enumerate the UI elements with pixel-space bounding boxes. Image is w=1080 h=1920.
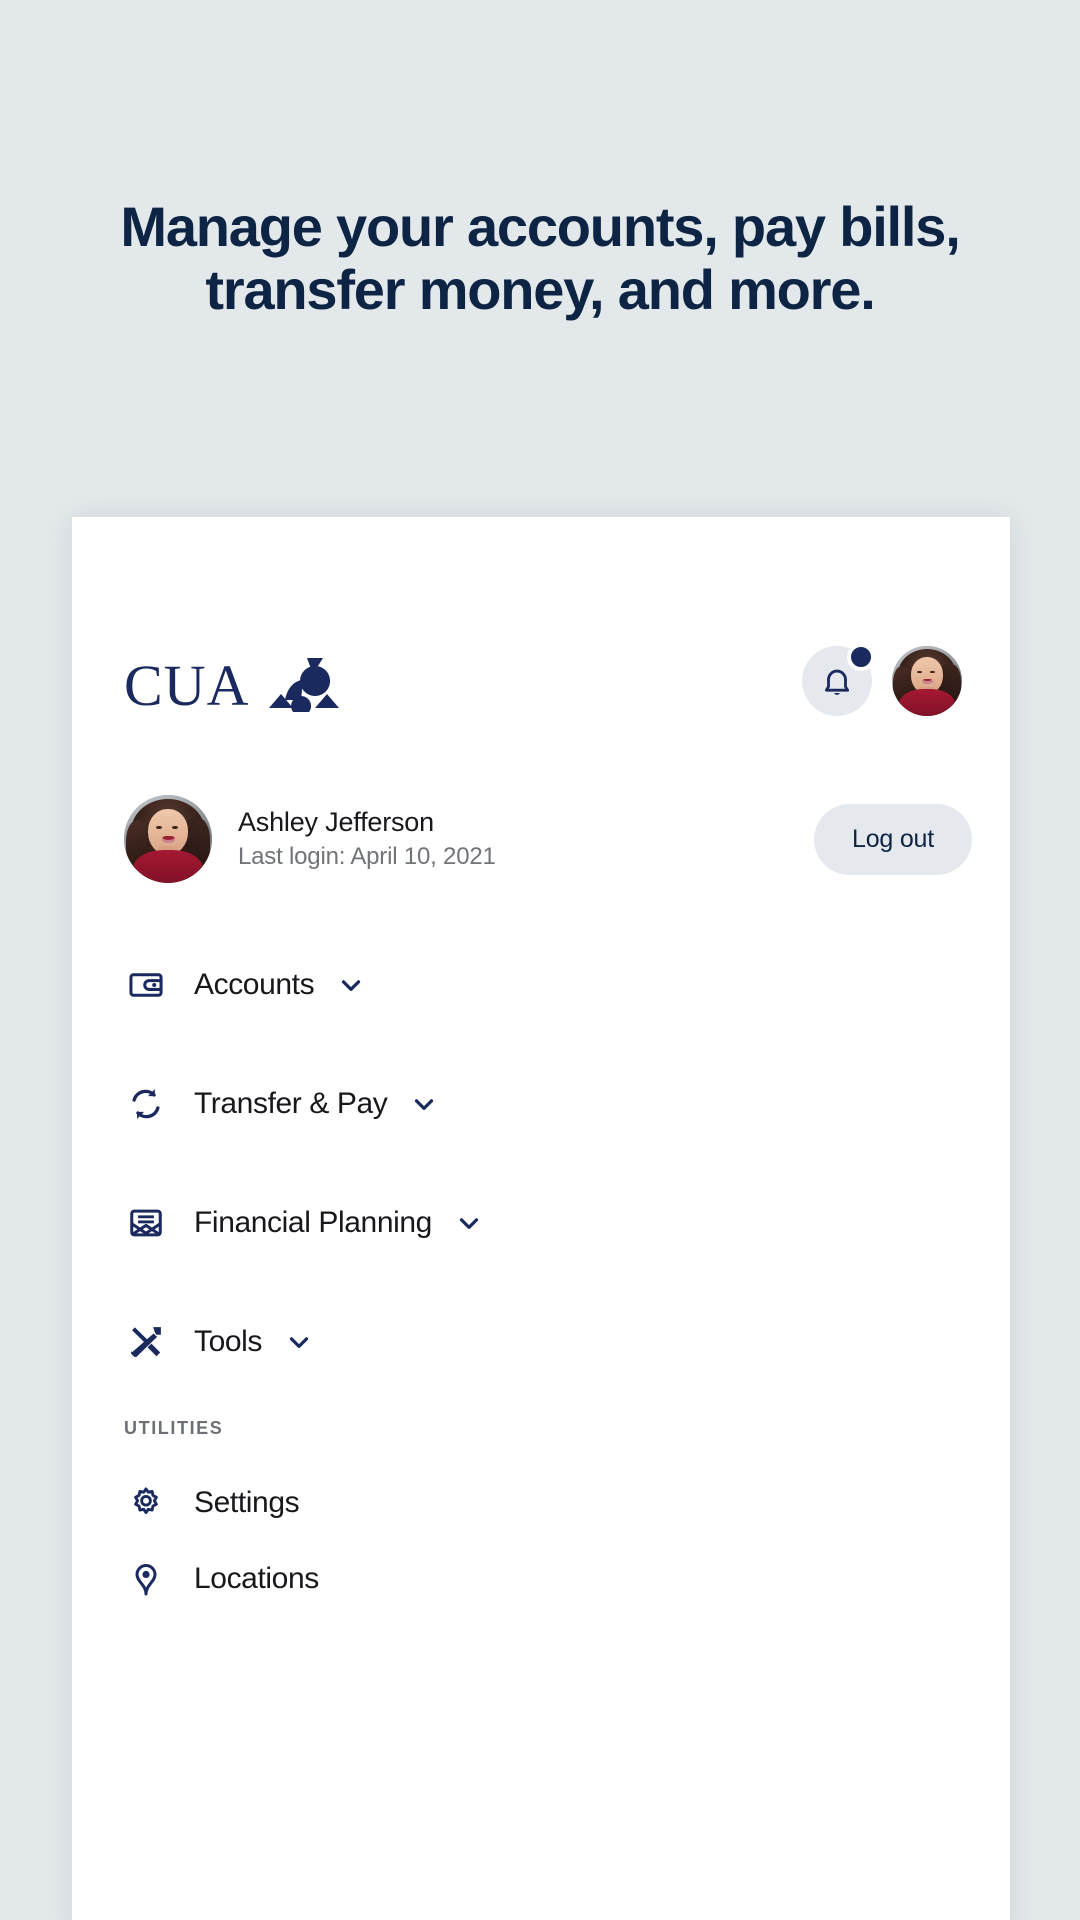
chevron-down-icon[interactable] [336, 970, 366, 1000]
logout-button[interactable]: Log out [813, 803, 972, 875]
map-pin-icon [124, 1557, 168, 1601]
header-avatar[interactable] [892, 646, 962, 716]
user-avatar[interactable] [124, 795, 212, 883]
user-profile-row: Ashley Jefferson Last login: April 10, 2… [72, 789, 1010, 889]
nav-label-accounts: Accounts [194, 968, 315, 1001]
user-details: Ashley Jefferson Last login: April 10, 2… [238, 807, 496, 871]
headline-line-1: Manage your accounts, pay bills, [120, 195, 960, 258]
headline-line-2: transfer money, and more. [205, 257, 875, 321]
gear-icon [124, 1481, 168, 1525]
chevron-down-icon[interactable] [284, 1327, 314, 1357]
nav-item-transfer-and-pay[interactable]: Transfer & Pay [72, 1066, 1010, 1142]
cua-logo-mark [269, 658, 340, 712]
transfer-icon [124, 1082, 168, 1126]
logo-wordmark: CUA [124, 652, 250, 718]
nav-label-locations: Locations [194, 1562, 319, 1595]
nav-item-accounts[interactable]: Accounts [72, 947, 1010, 1023]
utilities-section-label: UTILITIES [124, 1418, 224, 1438]
app-card: CUA Ashley Jefferson Last login: April 1… [72, 517, 1010, 1920]
nav-label-financial-planning: Financial Planning [194, 1206, 432, 1239]
envelope-icon [124, 1201, 168, 1245]
page-title: Manage your accounts, pay bills, transfe… [0, 195, 1080, 321]
nav-item-tools[interactable]: Tools [72, 1304, 1010, 1380]
nav-item-settings[interactable]: Settings [72, 1465, 1010, 1541]
app-header: CUA [72, 643, 1010, 718]
chevron-down-icon[interactable] [454, 1208, 484, 1238]
main-navigation: Accounts Transfer & Pay Financial Planni… [72, 947, 1010, 1617]
nav-item-financial-planning[interactable]: Financial Planning [72, 1185, 1010, 1261]
bell-icon [824, 669, 850, 695]
notifications-button[interactable] [802, 643, 875, 716]
user-last-login: Last login: April 10, 2021 [238, 843, 496, 870]
wallet-icon [124, 963, 168, 1007]
cua-logo[interactable]: CUA [124, 650, 340, 718]
chevron-down-icon[interactable] [409, 1089, 439, 1119]
nav-label-tools: Tools [194, 1325, 263, 1358]
page-root: Manage your accounts, pay bills, transfe… [0, 0, 1080, 1920]
header-actions [802, 643, 962, 716]
user-name: Ashley Jefferson [238, 807, 434, 837]
nav-label-transfer-and-pay: Transfer & Pay [194, 1087, 388, 1120]
notification-dot [847, 643, 875, 671]
tools-icon [124, 1320, 168, 1364]
nav-item-locations[interactable]: Locations [72, 1541, 1010, 1617]
nav-label-settings: Settings [194, 1486, 300, 1519]
